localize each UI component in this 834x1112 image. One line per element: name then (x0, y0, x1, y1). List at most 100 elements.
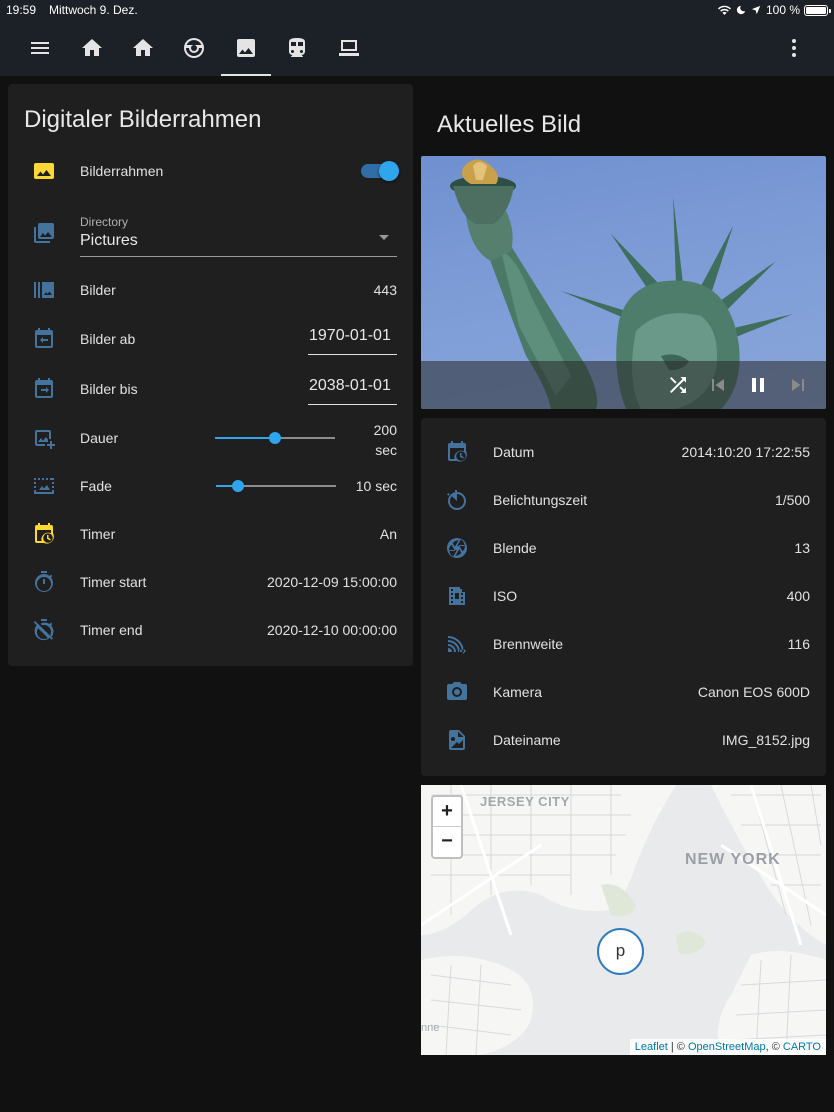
dauer-unit: sec (375, 442, 397, 458)
bilder-bis-input[interactable] (308, 371, 397, 401)
pause-icon[interactable] (746, 373, 770, 397)
row-label: Timer (80, 526, 116, 542)
openstreetmap-link[interactable]: OpenStreetMap (688, 1041, 766, 1053)
location-map[interactable]: JERSEY CITY NEW YORK nne + − p Leaflet |… (421, 785, 826, 1055)
image-info-card: Datum 2014:10:20 17:22:55 Belichtungszei… (421, 418, 826, 776)
current-photo[interactable] (421, 156, 826, 409)
timer-icon (32, 570, 56, 594)
moon-icon (736, 5, 746, 15)
home-icon[interactable] (80, 36, 104, 60)
info-label: Datum (493, 444, 535, 460)
film-icon (445, 584, 469, 608)
timer-off-icon (32, 618, 56, 642)
map-label-jersey-city: JERSEY CITY (480, 794, 570, 809)
image-filter-icon (32, 474, 56, 498)
map-tiles (421, 785, 826, 1055)
fade-value: 10 sec (355, 478, 397, 494)
map-marker[interactable]: p (597, 928, 644, 975)
robot-vacuum-icon[interactable] (182, 36, 206, 60)
row-label: Bilderrahmen (80, 163, 164, 179)
row-fade: Fade 10 sec (8, 466, 413, 506)
info-label: Blende (493, 540, 537, 556)
info-row-blende: Blende 13 (421, 528, 826, 568)
more-vert-icon[interactable] (782, 36, 806, 60)
zoom-control: + − (431, 795, 463, 859)
calendar-clock-icon (445, 440, 469, 464)
dauer-value: 200 sec (374, 420, 397, 460)
row-timer-start: Timer start 2020-12-09 15:00:00 (8, 562, 413, 602)
row-label: Dauer (80, 430, 119, 446)
status-date: Mittwoch 9. Dez. (49, 3, 138, 17)
camera-icon (445, 680, 469, 704)
image-plus-icon (32, 426, 56, 450)
battery-percent: 100 % (765, 3, 800, 17)
row-label: Timer end (80, 622, 143, 638)
image-icon[interactable] (234, 36, 258, 60)
bilder-ab-date-field[interactable] (308, 321, 397, 355)
bilderrahmen-toggle[interactable] (361, 161, 399, 181)
view-gallery-icon (32, 278, 56, 302)
card-title: Digitaler Bilderrahmen (24, 106, 262, 133)
status-time: 19:59 (6, 3, 37, 17)
home-icon[interactable] (131, 36, 155, 60)
zoom-out-button[interactable]: − (433, 827, 461, 857)
map-attribution: Leaflet | © OpenStreetMap, © CARTO (629, 1039, 826, 1055)
info-row-dateiname: Dateiname IMG_8152.jpg (421, 720, 826, 760)
shuffle-icon[interactable] (666, 373, 690, 397)
zoom-in-button[interactable]: + (433, 797, 461, 827)
directory-select[interactable]: Directory Pictures (80, 211, 397, 257)
bilder-bis-date-field[interactable] (308, 371, 397, 405)
row-directory: Directory Pictures (8, 211, 413, 257)
info-label: ISO (493, 588, 518, 604)
timer-start-value: 2020-12-09 15:00:00 (267, 574, 397, 590)
row-dauer: Dauer 200 sec (8, 418, 413, 458)
active-tab-indicator (221, 74, 271, 76)
info-label: Dateiname (493, 732, 561, 748)
battery-icon (804, 5, 831, 16)
carto-link[interactable]: CARTO (783, 1041, 821, 1053)
slider-knob[interactable] (231, 480, 244, 492)
wifi-icon (717, 5, 731, 15)
info-value: 1/500 (774, 492, 810, 508)
skip-previous-icon[interactable] (706, 373, 730, 397)
fade-slider[interactable] (216, 480, 336, 492)
dauer-number: 200 (373, 422, 397, 438)
menu-icon[interactable] (28, 36, 52, 60)
row-bilderrahmen: Bilderrahmen (8, 151, 413, 191)
info-value: 400 (786, 588, 810, 604)
info-row-iso: ISO 400 (421, 576, 826, 616)
info-label: Brennweite (493, 636, 564, 652)
bilder-count: 443 (373, 282, 397, 298)
dropdown-arrow-icon (379, 235, 389, 240)
directory-value: Pictures (80, 232, 138, 249)
timer-value: An (379, 526, 397, 542)
row-label: Bilder bis (80, 381, 138, 397)
calendar-clock-icon (32, 522, 56, 546)
skip-next-icon[interactable] (786, 373, 810, 397)
info-row-datum: Datum 2014:10:20 17:22:55 (421, 432, 826, 472)
info-row-brennweite: Brennweite 116 (421, 624, 826, 664)
media-controls (421, 361, 826, 409)
image-icon (32, 159, 56, 183)
row-label: Bilder (80, 282, 116, 298)
dauer-slider[interactable] (215, 432, 335, 444)
top-toolbar (0, 20, 834, 76)
info-value: Canon EOS 600D (697, 684, 810, 700)
bilder-ab-input[interactable] (308, 321, 397, 351)
calendar-export-icon (32, 377, 56, 401)
map-label-partial: nne (421, 1022, 440, 1034)
train-icon[interactable] (285, 36, 309, 60)
timer-end-value: 2020-12-10 00:00:00 (267, 622, 397, 638)
leaflet-link[interactable]: Leaflet (635, 1041, 668, 1053)
file-image-icon (445, 728, 469, 752)
slider-knob[interactable] (269, 432, 281, 444)
info-label: Kamera (493, 684, 543, 700)
info-value: 116 (787, 636, 810, 652)
directory-label: Directory (80, 215, 129, 229)
aperture-icon (445, 536, 469, 560)
info-value: 13 (794, 540, 810, 556)
row-bilder-ab: Bilder ab (8, 319, 413, 359)
laptop-icon[interactable] (337, 36, 361, 60)
focal-length-icon (445, 632, 469, 656)
status-bar: 19:59 Mittwoch 9. Dez. 100 % (0, 0, 834, 20)
